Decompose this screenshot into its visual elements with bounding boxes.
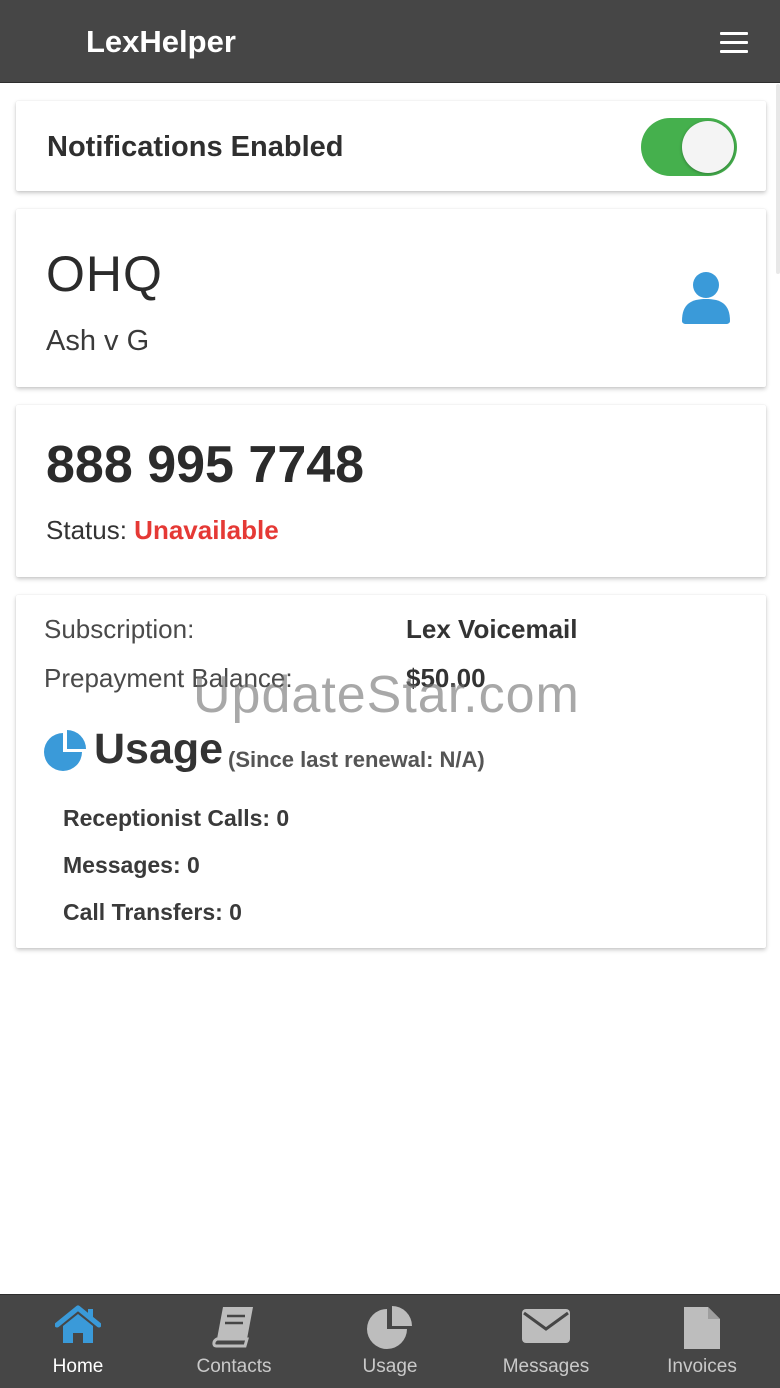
phone-number: 888 995 7748 [46, 436, 365, 494]
pie-chart-icon [312, 1305, 468, 1353]
nav-item-home[interactable]: Home [0, 1295, 156, 1388]
nav-item-messages[interactable]: Messages [468, 1295, 624, 1388]
account-card: OHQ Ash v G [16, 209, 766, 387]
hamburger-menu-button[interactable] [712, 24, 756, 60]
nav-label-invoices: Invoices [667, 1356, 737, 1377]
notifications-toggle[interactable] [641, 118, 737, 176]
app-header: LexHelper [0, 0, 780, 83]
menu-icon-bar [720, 41, 748, 44]
phone-card: 888 995 7748 Status: Unavailable [16, 405, 766, 577]
nav-label-usage: Usage [362, 1356, 418, 1377]
app-title: LexHelper [86, 24, 236, 59]
menu-icon-bar [720, 50, 748, 53]
subscription-label: Subscription: [44, 614, 195, 644]
subscription-card: Subscription: Lex Voicemail Prepayment B… [16, 595, 766, 948]
user-icon[interactable] [680, 271, 732, 330]
scrollbar[interactable] [776, 84, 780, 274]
toggle-knob [682, 121, 734, 173]
bottom-nav: Home Contacts Usage Messages Invoices [0, 1294, 780, 1388]
envelope-icon [468, 1305, 624, 1353]
menu-icon [720, 32, 748, 35]
usage-title: Usage [94, 725, 224, 773]
account-name: OHQ [46, 246, 163, 302]
home-icon [0, 1305, 156, 1353]
notifications-card: Notifications Enabled [16, 101, 766, 191]
status-label: Status: [46, 515, 127, 545]
nav-label-messages: Messages [502, 1356, 590, 1377]
balance-label: Prepayment Balance: [44, 663, 293, 693]
usage-since-note: (Since last renewal: N/A) [228, 747, 485, 772]
account-case: Ash v G [46, 325, 150, 357]
notifications-label: Notifications Enabled [47, 131, 344, 163]
usage-receptionist-calls: Receptionist Calls: 0 [63, 805, 290, 831]
status-line: Status: Unavailable [46, 515, 279, 546]
balance-value: $50.00 [406, 663, 486, 693]
usage-messages: Messages: 0 [63, 852, 200, 878]
nav-item-usage[interactable]: Usage [312, 1295, 468, 1388]
status-value: Unavailable [134, 515, 279, 545]
nav-label-home: Home [52, 1356, 104, 1377]
book-icon [156, 1305, 312, 1353]
nav-item-contacts[interactable]: Contacts [156, 1295, 312, 1388]
file-icon [624, 1305, 780, 1353]
pie-chart-icon [43, 730, 87, 777]
nav-item-invoices[interactable]: Invoices [624, 1295, 780, 1388]
nav-label-contacts: Contacts [196, 1356, 272, 1377]
usage-call-transfers: Call Transfers: 0 [63, 899, 242, 925]
subscription-value: Lex Voicemail [406, 614, 578, 644]
